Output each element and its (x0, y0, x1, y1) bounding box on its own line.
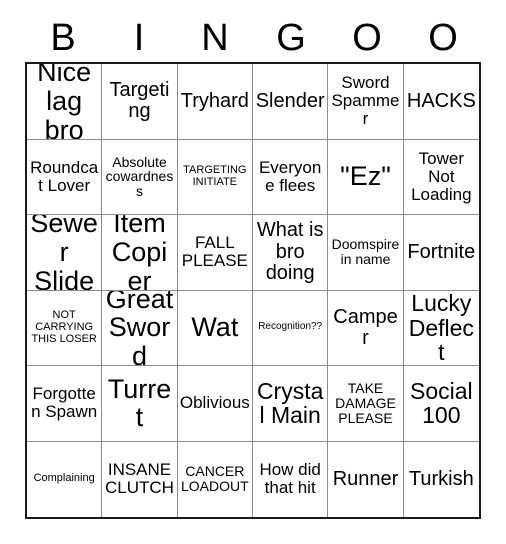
bingo-cell[interactable]: Oblivious (177, 366, 253, 442)
bingo-cell[interactable]: Nice lag bro (27, 64, 103, 140)
bingo-cell-label: NOT CARRYING THIS LOSER (31, 309, 97, 345)
bingo-cell-label: CANCER LOADOUT (180, 463, 249, 495)
bingo-cell[interactable]: INSANE CLUTCH (102, 441, 178, 517)
bingo-cell[interactable]: Complaining (27, 441, 103, 517)
bingo-cell-label: Complaining (33, 472, 95, 485)
bingo-cell-label: How did that hit (259, 460, 321, 498)
bingo-cell-label: Doomspire in name (331, 236, 400, 268)
bingo-cell-label: Wat (191, 312, 239, 343)
bingo-cell[interactable]: Crystal Main (253, 366, 329, 442)
bingo-cell[interactable]: How did that hit (253, 441, 329, 517)
bingo-cell[interactable]: Lucky Deflect (403, 290, 479, 366)
bingo-cell[interactable]: Turret (102, 366, 178, 442)
bingo-cell[interactable]: TARGETING INITIATE (177, 139, 253, 215)
bingo-cell-label: Targeting (109, 79, 170, 123)
bingo-cell[interactable]: Fortnite (403, 215, 479, 291)
bingo-cell-label: Item Copier (111, 215, 168, 291)
bingo-cell[interactable]: Item Copier (102, 215, 178, 291)
bingo-cell-label: Social 100 (410, 377, 473, 429)
bingo-cell-label: Oblivious (179, 393, 250, 413)
bingo-cell[interactable]: FALL PLEASE (177, 215, 253, 291)
bingo-cell-label: What is bro doing (256, 219, 324, 284)
bingo-cell-label: Everyone flees (258, 157, 322, 195)
bingo-cell[interactable]: Sword Spammer (328, 64, 404, 140)
bingo-cell-label: Sword Spammer (331, 73, 400, 129)
bingo-cell-label: Tryhard (180, 89, 249, 112)
bingo-cell-label: Crystal Main (256, 377, 324, 429)
bingo-cell[interactable]: Everyone flees (253, 139, 329, 215)
bingo-cell[interactable]: NOT CARRYING THIS LOSER (27, 290, 103, 366)
bingo-cell-label: Nice lag bro (37, 64, 92, 140)
bingo-cell[interactable]: CANCER LOADOUT (177, 441, 253, 517)
bingo-cell-label: Absolute cowardness (105, 153, 174, 200)
bingo-cell[interactable]: Tryhard (177, 64, 253, 140)
bingo-cell-label: Sewer Slide (30, 215, 98, 291)
bingo-cell[interactable]: TAKE DAMAGE PLEASE (328, 366, 404, 442)
bingo-cell[interactable]: Camper (328, 290, 404, 366)
bingo-cell[interactable]: "Ez" (328, 139, 404, 215)
bingo-cell[interactable]: Social 100 (403, 366, 479, 442)
bingo-cell[interactable]: What is bro doing (253, 215, 329, 291)
bingo-cell[interactable]: Runner (328, 441, 404, 517)
bingo-cell-label: "Ez" (340, 161, 391, 192)
bingo-cell-label: FALL PLEASE (181, 233, 248, 271)
bingo-cell[interactable]: HACKS (403, 64, 479, 140)
bingo-cell[interactable]: Recognition?? (253, 290, 329, 366)
bingo-cell[interactable]: Sewer Slide (27, 215, 103, 291)
bingo-cell[interactable]: Roundcat Lover (27, 139, 103, 215)
bingo-cell[interactable]: Slender (253, 64, 329, 140)
bingo-header-letter-4: O (352, 17, 382, 59)
bingo-cell[interactable]: Doomspire in name (328, 215, 404, 291)
bingo-cell-label: Fortnite (407, 240, 476, 263)
bingo-header-letter-5: O (428, 17, 458, 59)
bingo-cell-label: Lucky Deflect (408, 290, 474, 365)
bingo-cell[interactable]: Targeting (102, 64, 178, 140)
bingo-cell-label: INSANE CLUTCH (105, 460, 174, 498)
bingo-cell-label: Recognition?? (258, 321, 323, 333)
bingo-cell-label: Turret (107, 373, 172, 433)
bingo-grid: Nice lag bro Targeting Tryhard Slender Sword… (25, 62, 481, 519)
bingo-card: B I N G O O Nice lag bro Targeting Tryhard Slend… (0, 0, 506, 544)
bingo-cell-label: Forgotten Spawn (31, 384, 98, 422)
bingo-cell-label: Roundcat Lover (30, 157, 99, 195)
bingo-header-letter-2: N (201, 17, 229, 59)
bingo-header-letter-1: I (133, 17, 145, 59)
bingo-cell[interactable]: Tower Not Loading (403, 139, 479, 215)
bingo-cell-label: HACKS (406, 89, 476, 112)
bingo-cell[interactable]: Turkish (403, 441, 479, 517)
bingo-cell-label: Tower Not Loading (411, 148, 472, 204)
bingo-cell[interactable]: Absolute cowardness (102, 139, 178, 215)
bingo-cell-label: Turkish (408, 467, 474, 490)
bingo-cell[interactable]: Great Sword (102, 290, 178, 366)
bingo-cell[interactable]: Wat (177, 290, 253, 366)
bingo-cell-label: Great Sword (105, 290, 174, 366)
bingo-header-letter-0: B (50, 17, 76, 59)
bingo-cell-label: Camper (333, 305, 398, 349)
bingo-cell-label: Slender (255, 89, 325, 112)
bingo-header-letter-3: G (276, 17, 306, 59)
bingo-cell[interactable]: Forgotten Spawn (27, 366, 103, 442)
bingo-header-row: BINGOO (25, 14, 481, 62)
bingo-cell-label: TARGETING INITIATE (183, 164, 247, 188)
bingo-cell-label: Runner (332, 467, 399, 490)
bingo-cell-label: TAKE DAMAGE PLEASE (335, 380, 396, 426)
